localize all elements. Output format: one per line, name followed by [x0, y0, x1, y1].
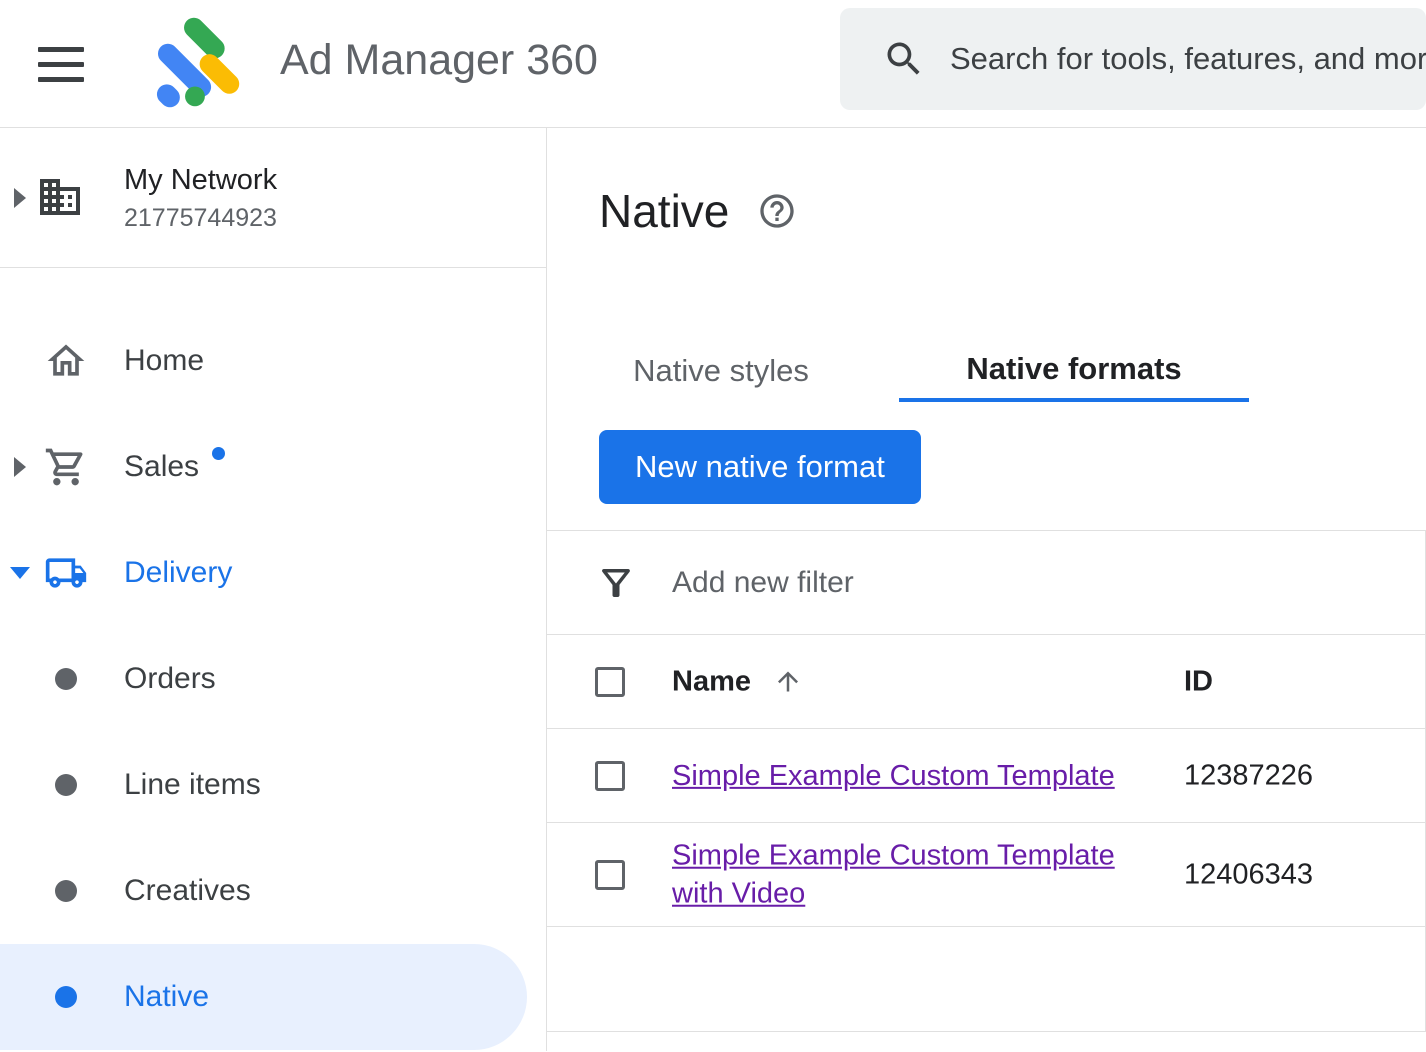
sidebar-item-sales[interactable]: Sales	[0, 414, 546, 520]
page-title: Native	[599, 184, 729, 238]
menu-button[interactable]	[38, 37, 90, 91]
app-title: Ad Manager 360	[280, 36, 598, 85]
table-row: Simple Example Custom Template with Vide…	[547, 823, 1425, 927]
column-header-name[interactable]: Name	[672, 665, 803, 698]
filter-icon	[595, 562, 637, 604]
bullet-icon	[55, 668, 77, 690]
select-all-checkbox[interactable]	[595, 667, 625, 697]
tab-bar: Native styles Native formats	[599, 340, 1249, 402]
sidebar-item-label: Line items	[124, 768, 261, 802]
sidebar-item-label: Creatives	[124, 874, 251, 908]
search-bar[interactable]	[840, 8, 1426, 110]
bullet-icon	[55, 774, 77, 796]
building-icon	[36, 173, 84, 221]
add-filter-row[interactable]: Add new filter	[547, 531, 1425, 635]
sidebar-item-label: Delivery	[124, 556, 232, 590]
sidebar-item-delivery[interactable]: Delivery	[0, 520, 546, 626]
new-native-format-button[interactable]: New native format	[599, 430, 921, 504]
native-format-id: 12387226	[1184, 759, 1313, 792]
notification-dot	[212, 447, 225, 460]
home-icon	[44, 339, 88, 383]
native-formats-table-card: Add new filter Name ID Simple Example Cu…	[547, 530, 1426, 1032]
native-format-link[interactable]: Simple Example Custom Template	[672, 756, 1115, 794]
table-header-row: Name ID	[547, 635, 1425, 729]
tab-native-styles[interactable]: Native styles	[599, 340, 843, 402]
bullet-icon	[55, 880, 77, 902]
main-content: Native Native styles Native formats New …	[547, 128, 1426, 1051]
cart-icon	[44, 445, 88, 489]
sidebar-item-native[interactable]: Native	[0, 944, 546, 1050]
table-row: Simple Example Custom Template 12387226	[547, 729, 1425, 823]
native-format-link[interactable]: Simple Example Custom Template with Vide…	[672, 836, 1142, 913]
column-header-id: ID	[1184, 665, 1213, 698]
sidebar: My Network 21775744923 Home Sales	[0, 128, 547, 1051]
sidebar-item-orders[interactable]: Orders	[0, 626, 546, 732]
network-id: 21775744923	[124, 204, 277, 233]
network-selector[interactable]: My Network 21775744923	[0, 128, 546, 268]
search-icon	[882, 37, 926, 81]
sidebar-item-label: Native	[124, 980, 209, 1014]
column-header-name-label: Name	[672, 665, 751, 698]
sidebar-item-label: Home	[124, 344, 204, 378]
help-icon[interactable]	[757, 191, 797, 231]
sidebar-nav: Home Sales Delivery Orders	[0, 268, 546, 1050]
truck-icon	[44, 551, 88, 595]
sort-ascending-icon	[773, 667, 803, 697]
tab-native-formats[interactable]: Native formats	[899, 340, 1249, 402]
row-checkbox[interactable]	[595, 761, 625, 791]
sidebar-item-home[interactable]: Home	[0, 308, 546, 414]
native-format-id: 12406343	[1184, 858, 1313, 891]
network-expand-icon	[14, 188, 26, 208]
table-footer-space	[547, 927, 1425, 1032]
ad-manager-logo	[146, 12, 246, 112]
sidebar-item-line-items[interactable]: Line items	[0, 732, 546, 838]
network-name: My Network	[124, 164, 277, 197]
bullet-icon	[55, 986, 77, 1008]
collapse-delivery-icon	[10, 567, 30, 579]
expand-sales-icon	[14, 457, 26, 477]
search-input[interactable]	[950, 41, 1426, 77]
sidebar-item-label: Orders	[124, 662, 216, 696]
sidebar-item-label: Sales	[124, 450, 199, 484]
row-checkbox[interactable]	[595, 860, 625, 890]
top-app-bar: Ad Manager 360	[0, 0, 1426, 128]
sidebar-item-creatives[interactable]: Creatives	[0, 838, 546, 944]
selected-item-highlight	[0, 944, 527, 1050]
add-filter-label: Add new filter	[672, 566, 854, 600]
